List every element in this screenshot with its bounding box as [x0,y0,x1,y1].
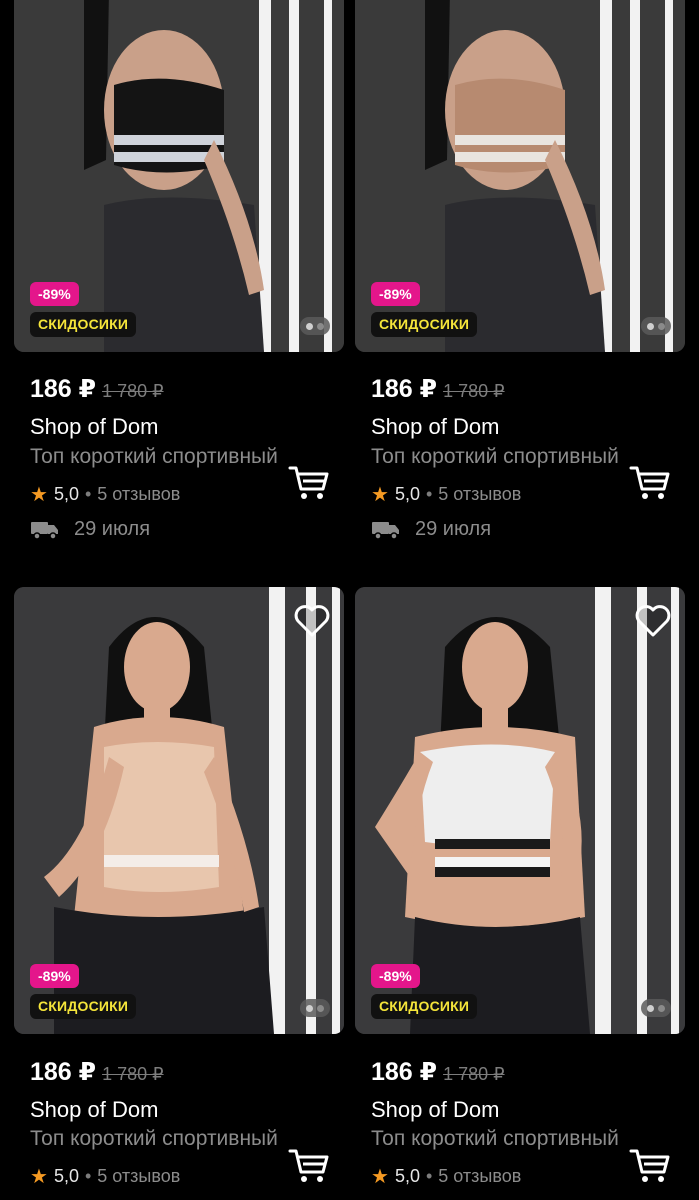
separator-dot: • [425,1166,433,1186]
price-row: 186 ₽ 1 780 ₽ [371,374,505,404]
product-image[interactable]: -89% СКИДОСИКИ [355,0,685,352]
price: 186 ₽ [30,1058,97,1086]
delivery-date: 29 июля [74,518,151,540]
cart-icon[interactable] [288,1145,330,1185]
cart-icon[interactable] [629,462,671,502]
product-image[interactable]: -89% СКИДОСИКИ [14,0,344,352]
brand-name[interactable]: Shop of Dom [371,1097,499,1123]
garment-top [104,742,219,892]
star-icon: ★ [371,1166,389,1188]
discount-badge: -89% [30,282,79,306]
brand-name[interactable]: Shop of Dom [30,1097,158,1123]
price: 186 ₽ [371,1058,438,1086]
price: 186 ₽ [371,375,438,403]
heart-icon[interactable] [633,601,673,641]
product-title[interactable]: Топ короткий спортивный [371,1127,629,1151]
reviews-count[interactable]: 5 отзывов [97,484,180,505]
rating-row: ★ 5,0 • 5 отзывов [371,1164,521,1189]
carousel-dots-icon [641,317,671,335]
product-title[interactable]: Топ короткий спортивный [30,1127,288,1151]
product-image[interactable]: -89% СКИДОСИКИ [14,587,344,1034]
product-title[interactable]: Топ короткий спортивный [30,445,288,469]
star-icon: ★ [30,1166,48,1188]
discount-badge: -89% [30,964,79,988]
carousel-dots-icon [300,999,330,1017]
rating-row: ★ 5,0 • 5 отзывов [30,482,180,507]
price: 186 ₽ [30,375,97,403]
price-row: 186 ₽ 1 780 ₽ [30,1057,164,1087]
cart-icon[interactable] [629,1145,671,1185]
brand-name[interactable]: Shop of Dom [371,414,499,440]
delivery-row: 29 июля [30,518,150,541]
star-icon: ★ [371,484,389,506]
rating-row: ★ 5,0 • 5 отзывов [371,482,521,507]
rating-value: 5,0 [53,484,79,504]
old-price: 1 780 ₽ [443,381,505,401]
delivery-date: 29 июля [415,518,492,540]
delivery-row: 29 июля [371,518,491,541]
old-price: 1 780 ₽ [102,381,164,401]
rating-row: ★ 5,0 • 5 отзывов [30,1164,180,1189]
price-row: 186 ₽ 1 780 ₽ [30,374,164,404]
heart-icon[interactable] [292,601,332,641]
old-price: 1 780 ₽ [443,1064,505,1084]
reviews-count[interactable]: 5 отзывов [438,1166,521,1187]
reviews-count[interactable]: 5 отзывов [97,1166,180,1187]
truck-icon [372,521,399,540]
old-price: 1 780 ₽ [102,1064,164,1084]
separator-dot: • [84,484,92,504]
rating-value: 5,0 [53,1166,79,1186]
star-icon: ★ [30,484,48,506]
separator-dot: • [84,1166,92,1186]
rating-value: 5,0 [394,1166,420,1186]
brand-name[interactable]: Shop of Dom [30,414,158,440]
promo-badge: СКИДОСИКИ [30,312,137,337]
cart-icon[interactable] [288,462,330,502]
truck-icon [31,521,58,540]
rating-value: 5,0 [394,484,420,504]
discount-badge: -89% [371,964,420,988]
price-row: 186 ₽ 1 780 ₽ [371,1057,505,1087]
product-image[interactable]: -89% СКИДОСИКИ [355,587,685,1034]
carousel-dots-icon [300,317,330,335]
promo-badge: СКИДОСИКИ [30,994,137,1019]
product-title[interactable]: Топ короткий спортивный [371,445,629,469]
carousel-dots-icon [641,999,671,1017]
garment-top [420,744,555,847]
separator-dot: • [425,484,433,504]
promo-badge: СКИДОСИКИ [371,312,478,337]
reviews-count[interactable]: 5 отзывов [438,484,521,505]
promo-badge: СКИДОСИКИ [371,994,478,1019]
discount-badge: -89% [371,282,420,306]
